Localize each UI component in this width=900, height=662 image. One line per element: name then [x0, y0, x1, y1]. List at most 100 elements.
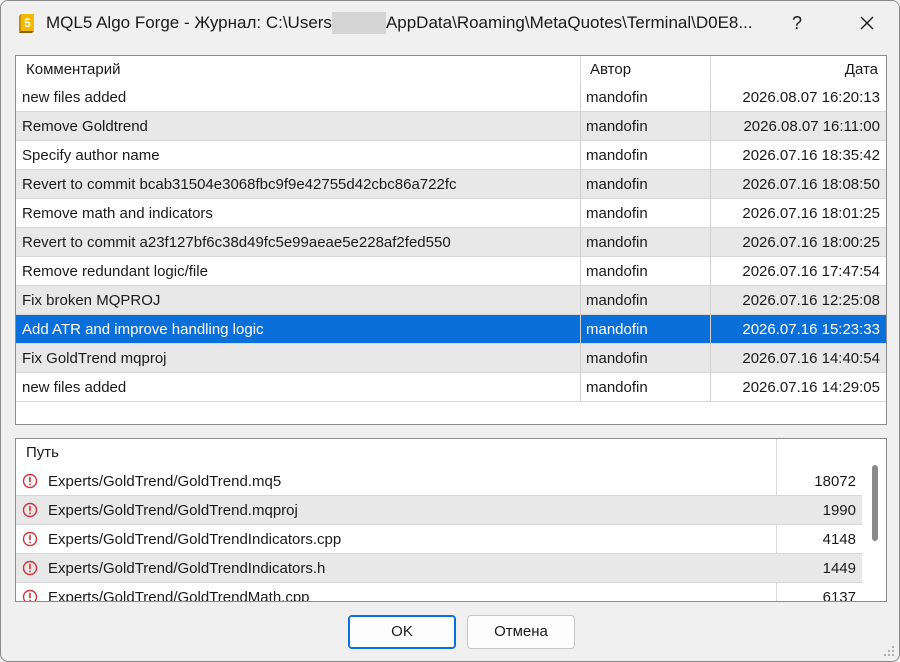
commit-comment: Remove Goldtrend [22, 118, 148, 135]
ok-button[interactable]: OK [348, 615, 456, 649]
close-icon[interactable] [853, 9, 881, 37]
file-path: Experts/GoldTrend/GoldTrend.mq5 [48, 473, 282, 490]
file-row[interactable]: Experts/GoldTrend/GoldTrendIndicators.cp… [16, 525, 862, 554]
cell-divider [710, 141, 711, 170]
commit-row[interactable]: Fix broken MQPROJ mandofin 2026.07.16 12:2… [16, 286, 886, 315]
help-button[interactable]: ? [785, 11, 809, 35]
error-icon [22, 560, 38, 576]
file-path: Experts/GoldTrend/GoldTrend.mqproj [48, 502, 298, 519]
commit-author: mandofin [586, 321, 648, 338]
cell-divider [580, 373, 581, 402]
scrollbar-thumb[interactable] [872, 465, 878, 541]
error-icon [22, 502, 38, 518]
vertical-scrollbar[interactable] [864, 439, 886, 601]
resize-grip-icon[interactable] [883, 645, 895, 657]
cell-divider [580, 199, 581, 228]
cell-divider [580, 170, 581, 199]
cell-divider [710, 170, 711, 199]
commit-author: mandofin [586, 89, 648, 106]
commit-date: 2026.07.16 15:23:33 [742, 321, 880, 338]
commit-date: 2026.07.16 14:29:05 [742, 379, 880, 396]
commit-author: mandofin [586, 147, 648, 164]
commit-comment: Fix broken MQPROJ [22, 292, 161, 309]
file-row[interactable]: Experts/GoldTrend/GoldTrendMath.cpp 6137 [16, 583, 862, 602]
commit-list[interactable]: Комментарий Автор Дата new files added ma… [15, 55, 887, 425]
commit-author: mandofin [586, 379, 648, 396]
commit-author: mandofin [586, 263, 648, 280]
commit-date: 2026.07.16 18:00:25 [742, 234, 880, 251]
file-size: 6137 [822, 589, 856, 602]
commit-row[interactable]: Remove Goldtrend mandofin 2026.08.07 16:11… [16, 112, 886, 141]
file-size: 4148 [822, 531, 856, 548]
cell-divider [710, 315, 711, 344]
title-bar[interactable]: 5 MQL5 Algo Forge - Журнал: C:\Users AppD… [1, 1, 899, 45]
commit-comment: Fix GoldTrend mqproj [22, 350, 167, 367]
cell-divider [710, 257, 711, 286]
commit-author: mandofin [586, 176, 648, 193]
redacted-username [331, 12, 386, 34]
cell-divider [580, 286, 581, 315]
window-title: MQL5 Algo Forge - Журнал: C:\Users AppDat… [46, 12, 766, 34]
window-title-suffix: AppData\Roaming\MetaQuotes\Terminal\D0E8… [385, 13, 753, 32]
commit-author: mandofin [586, 292, 648, 309]
commit-date: 2026.08.07 16:11:00 [743, 118, 880, 135]
commit-date: 2026.07.16 18:08:50 [742, 176, 880, 193]
commit-date: 2026.08.07 16:20:13 [742, 89, 880, 106]
commit-row[interactable]: Revert to commit a23f127bf6c38d49fc5e99a… [16, 228, 886, 257]
commit-author: mandofin [586, 350, 648, 367]
error-icon [22, 473, 38, 489]
cell-divider [710, 373, 711, 402]
commit-comment: new files added [22, 89, 127, 106]
commit-date: 2026.07.16 18:35:42 [742, 147, 880, 164]
commit-comment: Add ATR and improve handling logic [22, 321, 264, 338]
commit-row[interactable]: new files added mandofin 2026.08.07 16:20:… [16, 83, 886, 112]
file-size: 1990 [822, 502, 856, 519]
svg-text:5: 5 [24, 16, 31, 30]
error-icon [22, 589, 38, 601]
changed-files-list[interactable]: Путь Experts/GoldTrend/GoldTrend.mq5 1807… [15, 438, 887, 602]
column-header-author[interactable]: Автор [590, 56, 631, 83]
commit-row[interactable]: new files added mandofin 2026.07.16 14:29:… [16, 373, 886, 402]
column-header-date[interactable]: Дата [712, 56, 878, 83]
column-header-path[interactable]: Путь [26, 439, 59, 467]
cell-divider [710, 83, 711, 112]
commit-author: mandofin [586, 205, 648, 222]
commit-author: mandofin [586, 234, 648, 251]
file-row[interactable]: Experts/GoldTrend/GoldTrend.mqproj 1990 [16, 496, 862, 525]
commit-row-selected[interactable]: Add ATR and improve handling logic mandof… [16, 315, 886, 344]
cancel-button[interactable]: Отмена [467, 615, 575, 649]
cell-divider [710, 344, 711, 373]
commit-list-header: Комментарий Автор Дата [16, 56, 886, 83]
commit-comment: new files added [22, 379, 127, 396]
cell-divider [580, 315, 581, 344]
cell-divider [580, 141, 581, 170]
commit-date: 2026.07.16 17:47:54 [742, 263, 880, 280]
file-row[interactable]: Experts/GoldTrend/GoldTrend.mq5 18072 [16, 467, 862, 496]
file-path: Experts/GoldTrend/GoldTrendIndicators.h [48, 560, 326, 577]
cell-divider [580, 228, 581, 257]
commit-comment: Remove redundant logic/file [22, 263, 208, 280]
commit-comment: Specify author name [22, 147, 160, 164]
file-size: 1449 [822, 560, 856, 577]
cell-divider [580, 257, 581, 286]
file-row[interactable]: Experts/GoldTrend/GoldTrendIndicators.h 1… [16, 554, 862, 583]
commit-comment: Revert to commit bcab31504e3068fbc9f9e42… [22, 176, 457, 193]
commit-comment: Revert to commit a23f127bf6c38d49fc5e99a… [22, 234, 451, 251]
cell-divider [710, 199, 711, 228]
commit-row[interactable]: Revert to commit bcab31504e3068fbc9f9e42… [16, 170, 886, 199]
file-path: Experts/GoldTrend/GoldTrendIndicators.cp… [48, 531, 342, 548]
cell-divider [710, 228, 711, 257]
commit-row[interactable]: Specify author name mandofin 2026.07.16 18… [16, 141, 886, 170]
cell-divider [580, 83, 581, 112]
commit-comment: Remove math and indicators [22, 205, 213, 222]
commit-author: mandofin [586, 118, 648, 135]
commit-date: 2026.07.16 14:40:54 [742, 350, 880, 367]
commit-row[interactable]: Fix GoldTrend mqproj mandofin 2026.07.16 1… [16, 344, 886, 373]
journal-dialog: 5 MQL5 Algo Forge - Журнал: C:\Users AppD… [0, 0, 900, 662]
commit-row[interactable]: Remove math and indicators mandofin 2026.0… [16, 199, 886, 228]
mql5-app-icon: 5 [19, 14, 34, 33]
column-header-comment[interactable]: Комментарий [26, 56, 120, 83]
cell-divider [580, 112, 581, 141]
file-path: Experts/GoldTrend/GoldTrendMath.cpp [48, 589, 310, 602]
commit-row[interactable]: Remove redundant logic/file mandofin 2026.… [16, 257, 886, 286]
